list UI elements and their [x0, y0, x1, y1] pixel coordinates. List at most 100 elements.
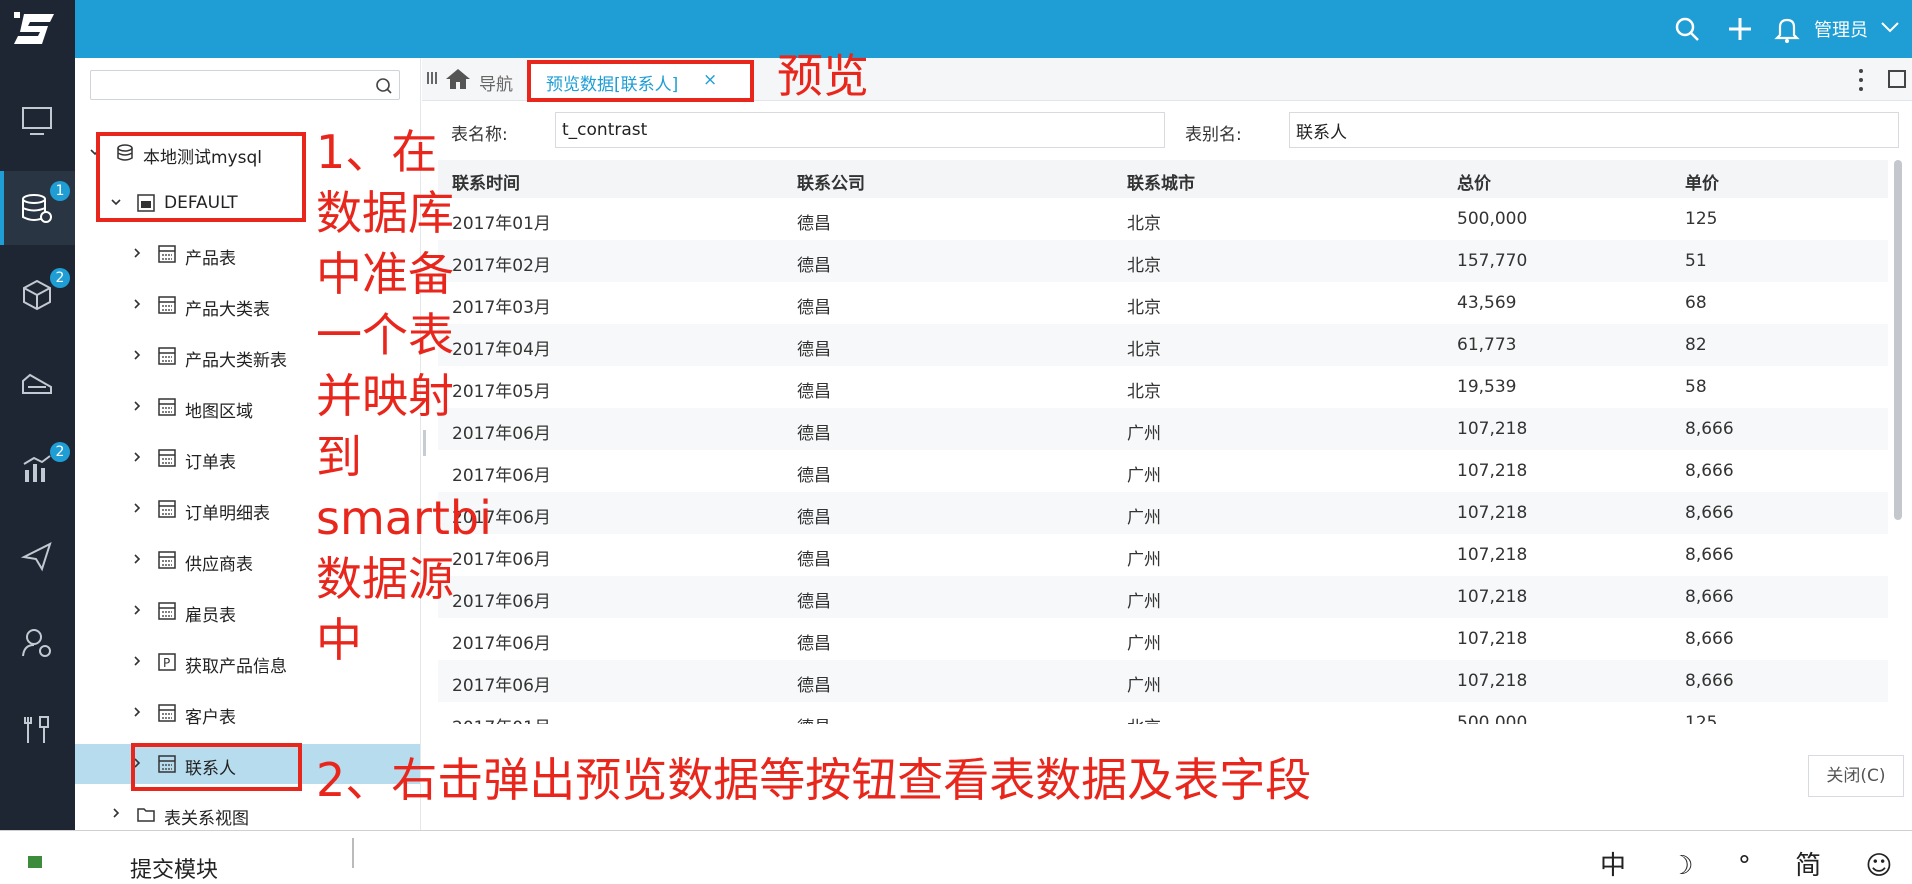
ime-toolbar[interactable]: 中 ☽ ° 简 ☺ ⚙: [1600, 845, 1912, 882]
search-icon[interactable]: [375, 77, 393, 95]
bell-icon[interactable]: [1772, 14, 1802, 44]
table-row[interactable]: 2017年06月 德昌 广州 107,218 8,666: [438, 618, 1888, 660]
preview-data-table: 联系时间 联系公司 联系城市 总价 单价 2017年01月 德昌 北京 500,000…: [438, 160, 1888, 724]
tree-item-label: 订单表: [185, 453, 236, 473]
table-row[interactable]: 2017年06月 德昌 广州 107,218 8,666: [438, 660, 1888, 702]
table-cell: 广州: [1127, 550, 1161, 570]
table-row[interactable]: 2017年06月 德昌 广州 107,218 8,666: [438, 534, 1888, 576]
nav-analysis[interactable]: [0, 345, 75, 419]
nav-model[interactable]: 2: [0, 258, 75, 332]
taskbar-left-text[interactable]: 提交模块: [130, 852, 218, 884]
tree-item-label: 产品表: [185, 249, 236, 269]
table-cell: 广州: [1127, 634, 1161, 654]
chevron-right-icon[interactable]: [131, 655, 143, 667]
table-cell: 8,666: [1685, 545, 1734, 565]
chevron-down-icon[interactable]: [1880, 20, 1900, 34]
chevron-right-icon[interactable]: [131, 451, 143, 463]
chevron-right-icon[interactable]: [131, 553, 143, 565]
left-navigation: 1 2 2: [0, 58, 75, 830]
table-row[interactable]: 2017年06月 德昌 广州 107,218 8,666: [438, 576, 1888, 618]
table-row[interactable]: 2017年02月 德昌 北京 157,770 51: [438, 240, 1888, 282]
table-icon: [158, 245, 176, 263]
table-cell: 82: [1685, 335, 1707, 355]
user-menu-label[interactable]: 管理员: [1814, 16, 1868, 42]
tools-icon: [24, 716, 49, 743]
nav-data-source[interactable]: 1: [0, 171, 75, 245]
nav-report[interactable]: 2: [0, 432, 75, 506]
chevron-right-icon[interactable]: [131, 298, 143, 310]
table-cell: 德昌: [797, 634, 831, 654]
table-row[interactable]: 2017年01月德昌北京500,000125: [438, 702, 1888, 724]
close-button[interactable]: 关闭(C): [1808, 755, 1904, 797]
table-alias-label: 表别名:: [1185, 125, 1242, 145]
table-scrollbar[interactable]: [1894, 160, 1902, 520]
table-cell: 107,218: [1457, 419, 1528, 439]
table-cell: 125: [1685, 713, 1718, 724]
annotation-preview-text: 预览: [777, 49, 869, 103]
nav-user-settings[interactable]: [0, 606, 75, 680]
tree-item-label: 产品大类表: [185, 300, 270, 320]
nav-badge: 1: [50, 181, 70, 201]
table-cell: 58: [1685, 377, 1707, 397]
procedure-icon: P: [158, 653, 176, 671]
table-row[interactable]: 2017年06月 德昌 广州 107,218 8,666: [438, 450, 1888, 492]
tree-item[interactable]: 客户表: [75, 693, 420, 733]
table-cell: 107,218: [1457, 545, 1528, 565]
tab-navigation[interactable]: 导航: [479, 70, 513, 95]
table-cell: 德昌: [797, 550, 831, 570]
table-cell: 德昌: [797, 214, 831, 234]
search-icon[interactable]: [1672, 14, 1702, 44]
column-header[interactable]: 单价: [1685, 169, 1719, 194]
chevron-right-icon[interactable]: [131, 247, 143, 259]
tree-item-label: 客户表: [185, 708, 236, 728]
app-logo[interactable]: [0, 0, 75, 58]
drag-handle-icon[interactable]: [427, 72, 437, 84]
table-row[interactable]: 2017年01月德昌北京500,000125: [438, 198, 1888, 240]
table-icon: [158, 398, 176, 416]
chevron-right-icon[interactable]: [131, 706, 143, 718]
table-cell: 500,000: [1457, 713, 1528, 724]
table-cell: 51: [1685, 251, 1707, 271]
maximize-icon[interactable]: [1888, 70, 1906, 88]
nav-monitor[interactable]: [0, 84, 75, 158]
chevron-right-icon[interactable]: [131, 349, 143, 361]
table-cell: 广州: [1127, 592, 1161, 612]
table-row[interactable]: 2017年03月 德昌 北京 43,569 68: [438, 282, 1888, 324]
tree-search-input[interactable]: [90, 70, 400, 100]
table-row[interactable]: 2017年06月 德昌 广州 107,218 8,666: [438, 492, 1888, 534]
table-row[interactable]: 2017年06月 德昌 广州 107,218 8,666: [438, 408, 1888, 450]
bar-chart-icon: [23, 455, 51, 482]
table-icon: [158, 347, 176, 365]
column-header[interactable]: 联系公司: [797, 169, 865, 194]
column-header[interactable]: 联系城市: [1127, 169, 1195, 194]
chevron-right-icon[interactable]: [131, 400, 143, 412]
table-header: 联系时间 联系公司 联系城市 总价 单价: [438, 160, 1888, 198]
document-icon[interactable]: [28, 856, 42, 868]
table-row[interactable]: 2017年04月 德昌 北京 61,773 82: [438, 324, 1888, 366]
nav-tools[interactable]: [0, 693, 75, 767]
table-cell: 德昌: [797, 676, 831, 696]
table-cell: 德昌: [797, 424, 831, 444]
more-vertical-icon[interactable]: [1857, 68, 1865, 92]
plus-icon[interactable]: [1725, 14, 1755, 44]
table-alias-field[interactable]: [1289, 112, 1899, 148]
column-header[interactable]: 总价: [1457, 169, 1491, 194]
table-row[interactable]: 2017年05月 德昌 北京 19,539 58: [438, 366, 1888, 408]
table-cell: 德昌: [797, 340, 831, 360]
annotation-box-datasource: [96, 132, 306, 222]
table-cell: 德昌: [797, 382, 831, 402]
table-cell: 北京: [1127, 340, 1161, 360]
table-cell: 广州: [1127, 424, 1161, 444]
table-cell: 德昌: [797, 256, 831, 276]
table-name-field[interactable]: [555, 112, 1165, 148]
chevron-right-icon[interactable]: [131, 502, 143, 514]
table-cell: 北京: [1127, 214, 1161, 234]
table-cell: 8,666: [1685, 419, 1734, 439]
table-cell: 德昌: [797, 508, 831, 528]
chevron-right-icon[interactable]: [110, 807, 122, 819]
table-cell: 8,666: [1685, 671, 1734, 691]
nav-publish[interactable]: [0, 519, 75, 593]
home-icon[interactable]: [445, 67, 471, 91]
table-cell: 广州: [1127, 466, 1161, 486]
chevron-right-icon[interactable]: [131, 604, 143, 616]
